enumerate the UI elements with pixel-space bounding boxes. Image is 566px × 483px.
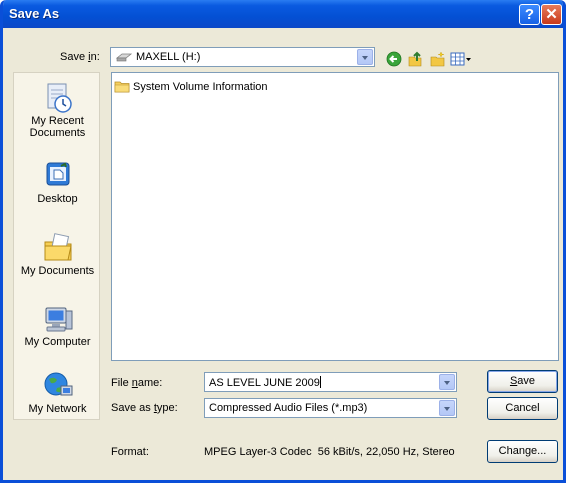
place-label: Desktop [37,193,78,205]
folder-icon [114,81,130,93]
help-button[interactable]: ? [519,4,540,25]
save-as-type-label: Save as type: [111,402,178,414]
places-bar: My RecentDocuments Desktop My Documents [13,72,100,420]
save-in-dropdown[interactable]: MAXELL (H:) [110,47,375,67]
my-network-icon [44,372,72,396]
format-value: MPEG Layer-3 Codec 56 kBit/s, 22,050 Hz,… [204,446,455,458]
my-computer-icon [45,307,72,332]
file-name-label: File name: [111,377,163,389]
cancel-button[interactable]: Cancel [487,397,558,420]
desktop-icon [46,162,69,186]
place-my-recent-documents[interactable]: My Recent Documents [14,82,101,139]
place-label: My Computer [24,336,91,348]
chevron-down-icon[interactable] [357,49,373,65]
save-button[interactable]: Save [487,370,558,393]
file-name-input[interactable]: AS LEVEL JUNE 2009 [204,372,457,392]
format-label: Format: [111,446,149,458]
list-item[interactable]: System Volume Information [114,80,268,93]
file-name-value: AS LEVEL JUNE 2009 [209,377,320,389]
place-my-documents[interactable]: My Documents [14,232,101,277]
place-label: My Network [28,403,87,415]
save-as-dialog: Save As ? ✕ Save in: MAXELL (H:) My Rece… [0,0,566,483]
place-my-computer[interactable]: My Computer [14,303,101,348]
save-as-type-value: Compressed Audio Files (*.mp3) [209,402,368,414]
drive-icon [116,53,132,62]
file-list[interactable]: System Volume Information [111,72,559,361]
chevron-down-icon[interactable] [439,400,455,416]
save-as-type-dropdown[interactable]: Compressed Audio Files (*.mp3) [204,398,457,418]
place-my-network[interactable]: My Network [14,370,101,415]
my-documents-icon [44,233,72,261]
save-in-value: MAXELL (H:) [136,51,201,63]
save-in-label: Save in: [60,51,100,63]
close-button[interactable]: ✕ [541,4,562,25]
place-label: My Recent Documents [29,115,86,139]
up-folder-icon[interactable] [407,51,423,67]
new-folder-icon[interactable] [430,51,446,67]
back-arrow-icon[interactable] [386,51,402,67]
file-name: System Volume Information [133,80,268,93]
change-button[interactable]: Change... [487,440,558,463]
window-title: Save As [9,6,60,21]
views-menu-icon[interactable] [450,51,472,67]
chevron-down-icon[interactable] [439,374,455,390]
place-desktop[interactable]: Desktop [14,160,101,205]
recent-documents-icon [47,83,72,113]
title-bar[interactable]: Save As ? ✕ [3,0,563,28]
place-label: My Documents [20,265,95,277]
text-caret [319,376,321,388]
